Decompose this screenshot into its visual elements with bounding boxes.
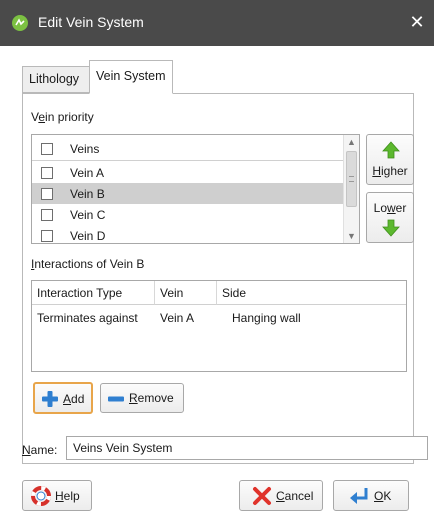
cell-interaction-type[interactable]: Terminates against [32, 311, 138, 325]
scroll-up-icon[interactable]: ▲ [344, 135, 359, 149]
ok-button[interactable]: OK [333, 480, 409, 511]
column-header-vein[interactable]: Vein [155, 281, 217, 305]
vein-checkbox[interactable] [41, 188, 53, 200]
cell-side[interactable]: Hanging wall [227, 311, 301, 325]
window-title: Edit Vein System [38, 14, 144, 30]
vein-system-pane: Vein priority Veins Vein A Vein B Vein C [22, 93, 414, 464]
scroll-down-icon[interactable]: ▼ [344, 229, 359, 243]
ok-label: OK [374, 489, 392, 503]
list-item[interactable]: Vein B [32, 183, 344, 204]
remove-label: Remove [129, 391, 174, 405]
arrow-up-icon [382, 141, 400, 159]
vertical-scrollbar[interactable]: ▲ ▼ [343, 135, 359, 243]
higher-button[interactable]: Higher [366, 134, 414, 185]
vein-checkbox[interactable] [41, 230, 53, 242]
cancel-button[interactable]: Cancel [239, 480, 323, 511]
list-item[interactable]: Vein A [32, 162, 344, 183]
vein-label: Vein D [70, 229, 106, 243]
vein-priority-list[interactable]: Veins Vein A Vein B Vein C Vein D ▲ ▼ [31, 134, 360, 244]
add-button[interactable]: Add [33, 382, 93, 414]
list-item[interactable]: Vein D [32, 225, 344, 243]
scroll-thumb[interactable] [346, 151, 357, 207]
enter-arrow-icon [350, 488, 368, 504]
name-label: Name: [22, 443, 58, 457]
name-field[interactable] [66, 436, 428, 460]
lower-label: Lower [373, 201, 407, 215]
close-icon[interactable]: ✕ [406, 11, 428, 33]
list-header: Veins [32, 135, 344, 161]
help-label: Help [55, 489, 80, 503]
help-icon [31, 486, 51, 506]
vein-label: Vein C [70, 208, 106, 222]
interactions-label: Interactions of Vein B [31, 257, 145, 271]
lower-button[interactable]: Lower [366, 192, 414, 243]
veins-column-header: Veins [70, 142, 100, 156]
column-header-interaction-type[interactable]: Interaction Type [32, 281, 155, 305]
column-header-side[interactable]: Side [217, 281, 406, 305]
vein-label: Vein A [70, 166, 105, 180]
select-all-checkbox[interactable] [41, 143, 53, 155]
minus-icon [108, 396, 124, 402]
arrow-down-icon [382, 219, 400, 237]
app-logo-icon [12, 15, 28, 31]
plus-icon [42, 391, 58, 407]
vein-checkbox[interactable] [41, 167, 53, 179]
remove-button[interactable]: Remove [100, 383, 184, 413]
list-item[interactable]: Vein C [32, 204, 344, 225]
vein-priority-label: Vein priority [31, 110, 94, 124]
tab-lithology[interactable]: Lithology [22, 66, 90, 93]
cancel-label: Cancel [276, 489, 314, 503]
interactions-table[interactable]: Interaction Type Vein Side Terminates ag… [31, 280, 407, 372]
vein-label: Vein B [70, 187, 105, 201]
tab-vein-system[interactable]: Vein System [89, 60, 173, 94]
higher-label: Higher [372, 164, 408, 178]
add-label: Add [63, 392, 85, 406]
dialog-body: Lithology Vein System Vein priority Vein… [0, 46, 434, 523]
vein-checkbox[interactable] [41, 209, 53, 221]
help-button[interactable]: Help [22, 480, 92, 511]
cancel-x-icon [253, 487, 271, 505]
title-bar: Edit Vein System ✕ [0, 0, 434, 46]
cell-vein[interactable]: Vein A [155, 311, 194, 325]
